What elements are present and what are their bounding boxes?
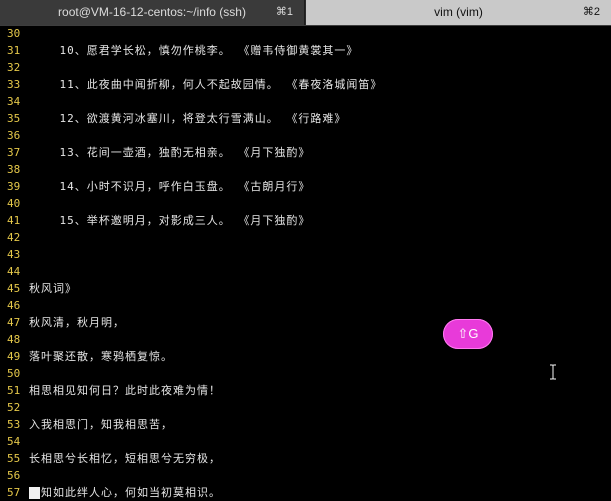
line-number: 44 [7,265,21,278]
line-number: 34 [7,95,21,108]
line-number: 50 [7,367,21,380]
line-number: 56 [7,469,21,482]
line-text: 14、小时不识月，呼作白玉盘。 《古朗月行》 [29,180,311,193]
line-number: 37 [7,146,21,159]
line-text: 秋风清，秋月明， [29,316,125,329]
line-number: 57 [7,486,21,499]
text-cursor-icon [550,364,556,380]
tab-bar: root@VM-16-12-centos:~/info (ssh) ⌘1 vim… [0,0,611,26]
line-text: 相思相见知何日？此时此夜难为情！ [29,384,221,397]
line-text: 11、此夜曲中闻折柳，何人不起故园情。 《春夜洛城闻笛》 [29,78,383,91]
vim-editor[interactable]: 30 31 10、愿君学长松，慎勿作桃李。 《赠韦侍御黄裳其一》 32 33 11、此… [0,25,611,499]
line-text: 落叶聚还散，寒鸦栖复惊。 [29,350,173,363]
line-number: 51 [7,384,21,397]
line-number: 45 [7,282,21,295]
line-number: 30 [7,27,21,40]
line-number: 49 [7,350,21,363]
line-number: 54 [7,435,21,448]
tab-vim-session[interactable]: vim (vim) ⌘2 [306,0,611,25]
line-number: 43 [7,248,21,261]
keystroke-badge: ⇧G [443,319,493,349]
line-number: 36 [7,129,21,142]
line-number: 39 [7,180,21,193]
line-number: 48 [7,333,21,346]
line-number: 42 [7,231,21,244]
line-number: 53 [7,418,21,431]
line-number: 38 [7,163,21,176]
line-number: 46 [7,299,21,312]
vim-block-cursor [29,487,40,499]
tab-shortcut: ⌘2 [582,6,600,18]
line-number: 33 [7,78,21,91]
tab-title: root@VM-16-12-centos:~/info (ssh) [58,5,246,19]
line-number: 41 [7,214,21,227]
line-text: 13、花间一壶酒，独酌无相亲。 《月下独酌》 [29,146,311,159]
tab-ssh-session[interactable]: root@VM-16-12-centos:~/info (ssh) ⌘1 [0,0,305,25]
line-text: 长相思兮长相忆，短相思兮无穷极， [29,452,221,465]
line-number: 55 [7,452,21,465]
line-text: 10、愿君学长松，慎勿作桃李。 《赠韦侍御黄裳其一》 [29,44,359,57]
line-number: 52 [7,401,21,414]
line-number: 40 [7,197,21,210]
tab-shortcut: ⌘1 [275,6,293,18]
line-text: 15、举杯邀明月，对影成三人。 《月下独酌》 [29,214,311,227]
line-number: 47 [7,316,21,329]
line-text: 早知如此绊人心，何如当初莫相识。 [29,486,221,499]
line-text: 入我相思门，知我相思苦， [29,418,173,431]
line-number: 31 [7,44,21,57]
line-text: 秋风词》 [29,282,77,295]
line-number: 35 [7,112,21,125]
line-number: 32 [7,61,21,74]
tab-title: vim (vim) [434,5,483,19]
line-text: 12、欲渡黄河冰塞川，将登太行雪满山。 《行路难》 [29,112,347,125]
